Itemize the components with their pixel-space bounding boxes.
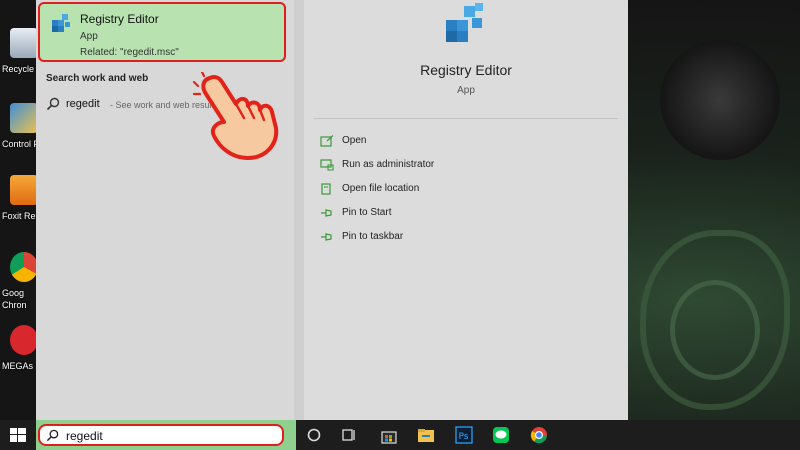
desktop-icon-google-chrome[interactable]: Goog Chron (0, 252, 40, 316)
windows-start-icon[interactable] (10, 428, 26, 442)
best-match-result[interactable]: Registry Editor App Related: "regedit.ms… (38, 2, 286, 62)
best-match-related: Related: "regedit.msc" (80, 47, 179, 58)
action-label: Open (342, 135, 367, 146)
wallpaper-serpent-coil (670, 280, 760, 380)
taskbar-search-box[interactable]: regedit (38, 424, 284, 446)
pin-icon (321, 233, 332, 241)
file-explorer-icon[interactable] (417, 426, 435, 444)
run-as-admin-icon (320, 159, 334, 171)
desktop-icon-label-line2: Chron (2, 300, 27, 310)
pointing-hand-icon (192, 72, 279, 160)
desktop-icon-label: Goog (2, 288, 25, 298)
photoshop-icon[interactable]: Ps (455, 426, 473, 444)
wallpaper-figure (660, 40, 780, 160)
best-match-type: App (80, 31, 98, 42)
store-icon[interactable] (380, 426, 398, 444)
results-column: Registry Editor App Related: "regedit.ms… (36, 0, 294, 420)
desktop-icon-control-panel[interactable]: Control P (0, 103, 40, 167)
search-panel: Registry Editor App Related: "regedit.ms… (36, 0, 628, 420)
action-open[interactable]: Open (320, 132, 520, 152)
control-panel-icon (10, 103, 38, 133)
registry-editor-icon (446, 3, 483, 42)
desktop-icon-label: Recycle (2, 64, 35, 74)
search-icon (46, 97, 60, 111)
mega-sync-icon (10, 325, 38, 355)
desktop-icon-foxit-reader[interactable]: Foxit Re (0, 175, 40, 239)
action-pin-to-start[interactable]: Pin to Start (320, 204, 520, 224)
column-separator (294, 0, 304, 420)
pin-icon (321, 209, 332, 217)
section-heading: Search work and web (46, 73, 149, 84)
search-input-value[interactable]: regedit (66, 429, 103, 443)
svg-text:Ps: Ps (459, 432, 469, 442)
action-label: Open file location (342, 183, 420, 194)
cortana-icon[interactable] (305, 426, 323, 444)
web-query-text: regedit (66, 98, 100, 110)
registry-editor-icon (52, 14, 70, 32)
chrome-icon[interactable] (530, 426, 548, 444)
action-run-as-administrator[interactable]: Run as administrator (320, 156, 520, 176)
action-label: Run as administrator (342, 159, 435, 170)
task-view-icon[interactable] (340, 426, 358, 444)
foxit-reader-icon (10, 175, 38, 205)
best-match-title: Registry Editor (80, 12, 159, 26)
recycle-bin-icon (10, 28, 38, 58)
open-icon (320, 135, 334, 147)
desktop-icon-label: Control P (2, 139, 40, 149)
action-pin-to-taskbar[interactable]: Pin to taskbar (320, 228, 520, 248)
google-chrome-icon (10, 252, 38, 282)
desktop-icon-label: Foxit Re (2, 211, 36, 221)
desktop-icon-recycle-bin[interactable]: Recycle (0, 28, 40, 92)
line-icon[interactable] (492, 426, 510, 444)
action-label: Pin to Start (342, 207, 392, 218)
detail-subtitle: App (457, 85, 475, 96)
action-label: Pin to taskbar (342, 231, 404, 242)
action-open-file-location[interactable]: Open file location (320, 180, 520, 200)
detail-title: Registry Editor (420, 62, 512, 78)
detail-column: Registry Editor App Open Run as administ… (304, 0, 628, 420)
divider (314, 118, 618, 119)
desktop-icon-mega[interactable]: MEGAs (0, 325, 40, 389)
search-icon (46, 429, 59, 442)
file-location-icon (321, 183, 331, 195)
desktop-icon-label: MEGAs (2, 361, 34, 371)
